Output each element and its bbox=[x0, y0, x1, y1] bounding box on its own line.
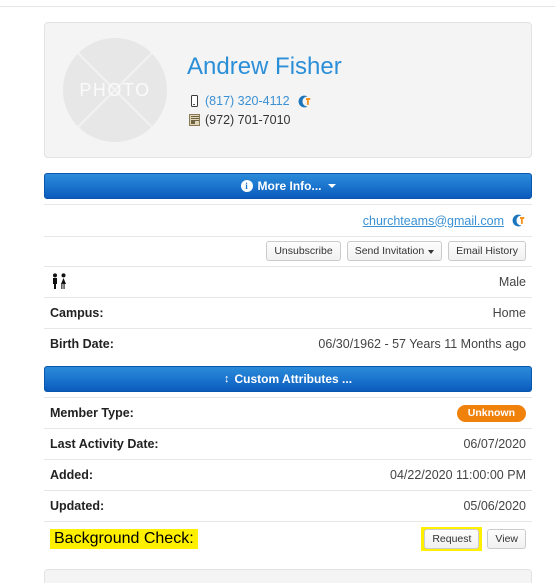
request-background-check-button[interactable]: Request bbox=[424, 529, 480, 549]
request-button-highlight: Request bbox=[421, 527, 483, 551]
profile-header-panel: PHOTO Andrew Fisher (817) 320-4112 (972)… bbox=[44, 22, 532, 158]
member-type-row: Member Type: Unknown bbox=[44, 397, 532, 428]
unsubscribe-button[interactable]: Unsubscribe bbox=[266, 241, 341, 261]
campus-row: Campus: Home bbox=[44, 297, 532, 328]
more-info-button[interactable]: i More Info... bbox=[44, 173, 532, 199]
campus-label: Campus: bbox=[50, 306, 104, 320]
fax-phone-row: (972) 701-7010 bbox=[187, 111, 342, 129]
member-type-label: Member Type: bbox=[50, 406, 134, 420]
background-check-label: Background Check: bbox=[50, 529, 198, 549]
churchteams-logo-icon[interactable] bbox=[297, 94, 312, 109]
custom-attributes-button[interactable]: ↕ Custom Attributes ... bbox=[44, 366, 532, 392]
birth-date-value: 06/30/1962 - 57 Years 11 Months ago bbox=[318, 337, 526, 351]
gender-value: Male bbox=[498, 275, 526, 289]
send-invitation-label: Send Invitation bbox=[354, 245, 425, 257]
updated-value: 05/06/2020 bbox=[463, 499, 526, 513]
mobile-phone-row: (817) 320-4112 bbox=[187, 92, 342, 110]
fax-icon bbox=[187, 114, 201, 126]
email-history-button[interactable]: Email History bbox=[448, 241, 526, 261]
gender-row: Male bbox=[44, 266, 532, 297]
added-value: 04/22/2020 11:00:00 PM bbox=[390, 468, 526, 482]
member-profile-page: PHOTO Andrew Fisher (817) 320-4112 (972)… bbox=[0, 0, 555, 583]
email-value-group: churchteams@gmail.com bbox=[363, 213, 526, 228]
photo-placeholder-icon[interactable]: PHOTO bbox=[63, 38, 167, 142]
send-invitation-button[interactable]: Send Invitation bbox=[346, 241, 443, 261]
view-background-check-button[interactable]: View bbox=[487, 529, 526, 549]
profile-photo-container[interactable]: PHOTO bbox=[57, 38, 173, 142]
background-check-actions: Request View bbox=[421, 527, 526, 551]
email-row: churchteams@gmail.com bbox=[44, 204, 532, 236]
caret-down-icon bbox=[327, 184, 336, 188]
added-label: Added: bbox=[50, 468, 94, 482]
mobile-phone-value[interactable]: (817) 320-4112 bbox=[205, 92, 290, 110]
added-row: Added: 04/22/2020 11:00:00 PM bbox=[44, 459, 532, 490]
info-circle-icon: i bbox=[240, 180, 253, 192]
photo-placeholder-label: PHOTO bbox=[79, 79, 151, 100]
caret-down-icon bbox=[428, 250, 435, 254]
sort-updown-icon: ↕ bbox=[223, 372, 230, 385]
profile-content: PHOTO Andrew Fisher (817) 320-4112 (972)… bbox=[44, 22, 532, 583]
profile-info: Andrew Fisher (817) 320-4112 (972) 701-7… bbox=[173, 50, 342, 130]
person-name: Andrew Fisher bbox=[187, 53, 342, 80]
email-address-link[interactable]: churchteams@gmail.com bbox=[363, 214, 504, 228]
member-type-status-badge[interactable]: Unknown bbox=[456, 404, 526, 422]
updated-row: Updated: 05/06/2020 bbox=[44, 490, 532, 521]
top-divider bbox=[0, 6, 555, 7]
next-section-panel bbox=[44, 569, 532, 583]
more-info-label: More Info... bbox=[257, 179, 322, 193]
fax-phone-value: (972) 701-7010 bbox=[205, 113, 291, 127]
last-activity-date-label: Last Activity Date: bbox=[50, 437, 159, 451]
birth-date-label: Birth Date: bbox=[50, 337, 114, 351]
background-check-row: Background Check: Request View bbox=[44, 521, 532, 557]
last-activity-date-row: Last Activity Date: 06/07/2020 bbox=[44, 428, 532, 459]
custom-attributes-label: Custom Attributes ... bbox=[234, 372, 353, 386]
birth-date-row: Birth Date: 06/30/1962 - 57 Years 11 Mon… bbox=[44, 328, 532, 359]
male-female-icon bbox=[50, 272, 70, 292]
updated-label: Updated: bbox=[50, 499, 105, 513]
email-actions-row: Unsubscribe Send Invitation Email Histor… bbox=[44, 236, 532, 266]
mobile-phone-icon bbox=[187, 95, 201, 107]
campus-value: Home bbox=[492, 306, 526, 320]
last-activity-date-value: 06/07/2020 bbox=[463, 437, 526, 451]
churchteams-logo-icon[interactable] bbox=[511, 213, 526, 228]
